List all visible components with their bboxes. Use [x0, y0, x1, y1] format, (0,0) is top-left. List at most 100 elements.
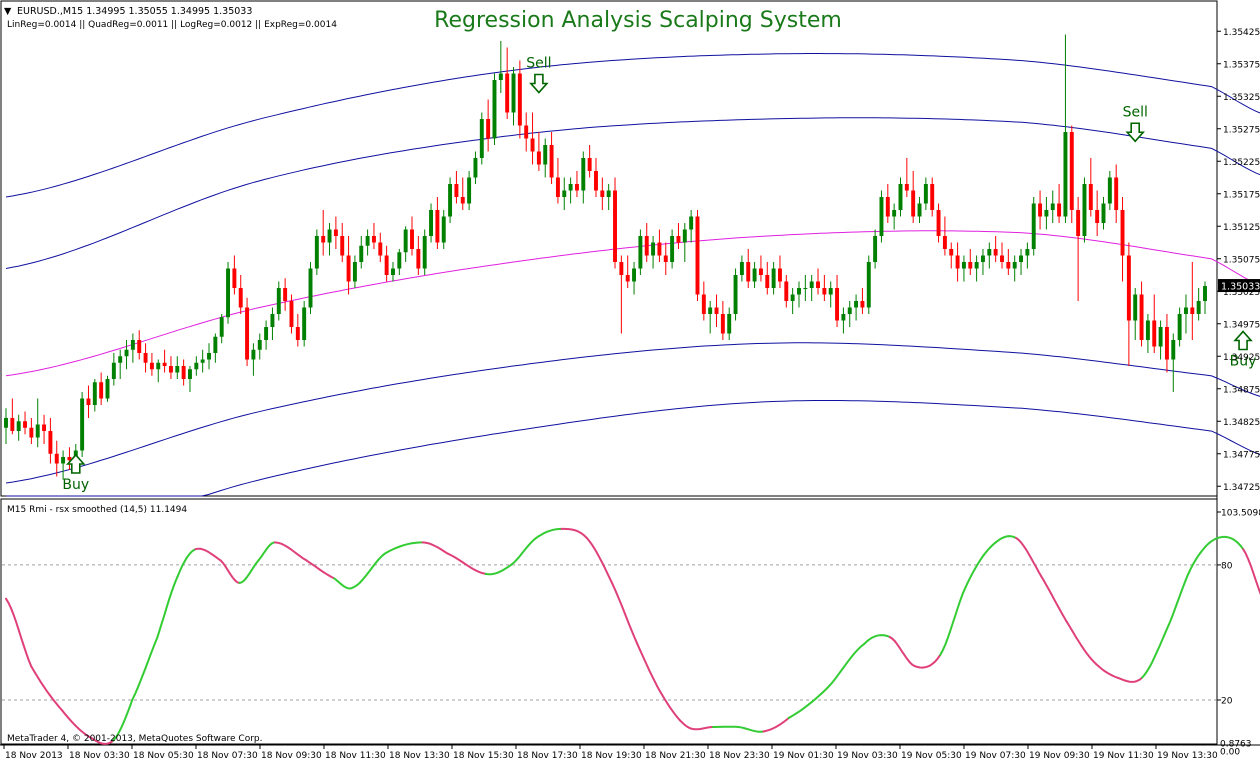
candle: [309, 262, 313, 314]
rmi-segment: [562, 529, 587, 538]
chart-canvas[interactable]: BuySellSellBuy 1.354251.353751.353251.35…: [0, 0, 1260, 763]
rmi-segment: [637, 644, 662, 696]
candle-body: [626, 275, 630, 282]
candle: [841, 308, 845, 334]
candle: [232, 256, 236, 295]
candle-body: [657, 243, 661, 256]
candle-body: [1133, 295, 1137, 321]
candle: [499, 41, 503, 93]
candle-body: [905, 184, 909, 191]
candle: [1051, 191, 1055, 224]
candle: [645, 223, 649, 262]
candle-body: [1140, 295, 1144, 341]
candle: [1006, 249, 1010, 275]
candle: [854, 295, 858, 321]
candle-body: [258, 340, 262, 350]
candle-body: [55, 454, 59, 464]
price-tick-label: 1.35325: [1223, 93, 1260, 103]
mt4-chart-window: BuySellSellBuy 1.354251.353751.353251.35…: [0, 0, 1260, 763]
time-tick-label: 18 Nov 15:30: [453, 751, 514, 761]
candle-body: [937, 210, 941, 236]
candle: [144, 343, 148, 372]
candle-body: [1076, 210, 1080, 236]
candle: [911, 171, 915, 223]
candle-body: [283, 288, 287, 301]
candle: [664, 243, 668, 276]
candle-body: [803, 288, 807, 289]
candle: [328, 223, 332, 256]
rmi-segment: [738, 727, 763, 732]
rmi-level-lines: [2, 565, 1216, 700]
candle: [372, 223, 376, 249]
candle-body: [194, 363, 198, 370]
candle-body: [277, 288, 281, 314]
candle-body: [1025, 249, 1029, 256]
candle: [226, 262, 230, 324]
candle: [42, 415, 46, 444]
candle-body: [499, 74, 503, 81]
candle: [1197, 288, 1201, 321]
rmi-segment: [1092, 660, 1117, 678]
candle-body: [1089, 184, 1093, 210]
candle-body: [1203, 286, 1207, 301]
candle-body: [797, 288, 801, 295]
rmi-segment: [178, 549, 196, 576]
candle: [29, 418, 33, 444]
candle: [213, 334, 217, 363]
candle: [302, 301, 306, 347]
candle: [334, 217, 338, 250]
rmi-segment: [240, 560, 259, 583]
candle-body: [404, 230, 408, 253]
candle-body: [512, 74, 516, 113]
candle: [156, 360, 160, 383]
candle: [245, 298, 249, 366]
candle: [1190, 262, 1194, 340]
candle-body: [949, 249, 953, 256]
candle-body: [1178, 314, 1182, 340]
rmi-segment: [890, 637, 915, 666]
candle-body: [734, 275, 738, 314]
rmi-segment: [132, 637, 157, 700]
price-tick-label: 1.34925: [1223, 353, 1260, 363]
candle-body: [175, 366, 179, 373]
current-price-value: 1.35033: [1221, 282, 1260, 293]
candle-body: [359, 246, 363, 262]
candle-body: [1127, 256, 1131, 321]
symbol-info: EURUSD.,M15 1.34995 1.35055 1.34995 1.35…: [17, 6, 252, 17]
time-tick-label: 19 Nov 05:30: [901, 751, 962, 761]
candle-body: [201, 360, 205, 363]
rmi-segment: [423, 542, 448, 553]
indicator-axis-ticks: 103.509880200.87630.00: [1217, 509, 1260, 758]
candle-body: [131, 340, 135, 350]
rmi-segment: [991, 536, 1016, 547]
candle: [956, 243, 960, 282]
candle: [385, 246, 389, 282]
candle-body: [505, 74, 509, 113]
candle-body: [1070, 132, 1074, 210]
rmi-segment: [940, 587, 965, 655]
candle: [1013, 256, 1017, 282]
candle-body: [10, 418, 14, 431]
candle-body: [467, 178, 471, 204]
candle: [689, 210, 693, 243]
candle: [1127, 243, 1131, 367]
rmi-segment: [1218, 537, 1243, 549]
candle-body: [683, 230, 687, 243]
candle-body: [816, 282, 820, 289]
candle: [201, 350, 205, 373]
candle-body: [810, 282, 814, 289]
candle: [347, 236, 351, 295]
candle-body: [829, 288, 833, 295]
candle: [937, 204, 941, 243]
rmi-segment: [1117, 678, 1142, 682]
candle: [277, 282, 281, 321]
candle-body: [1171, 340, 1175, 360]
candle-body: [321, 236, 325, 243]
arrow-down-icon: [1127, 123, 1143, 141]
time-tick-label: 18 Nov 05:30: [133, 751, 194, 761]
candle: [600, 178, 604, 211]
symbol-dropdown-icon[interactable]: ▼: [4, 6, 12, 17]
candle-body: [1006, 262, 1010, 269]
candle-body: [899, 184, 903, 210]
candle-body: [290, 301, 294, 327]
